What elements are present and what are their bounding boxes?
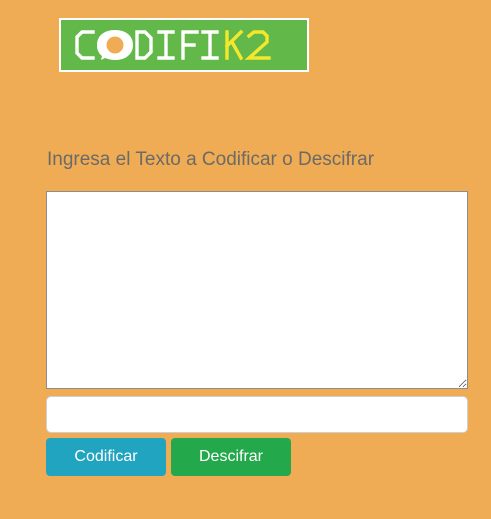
logo-letter-f (181, 30, 199, 60)
speech-bubble-icon (97, 30, 133, 60)
decode-button[interactable]: Descifrar (171, 438, 291, 476)
logo-letter-d (135, 30, 153, 60)
logo-letter-i (157, 30, 175, 60)
text-input-area[interactable] (46, 191, 468, 389)
instructions-label: Ingresa el Texto a Codificar o Descifrar (47, 149, 375, 170)
logo-letter-c (75, 30, 95, 60)
logo-letter-k (224, 29, 244, 61)
logo-letter-i-2 (201, 30, 219, 60)
codifik2-logo (59, 18, 309, 72)
logo-digit-2 (244, 30, 271, 60)
result-output-field[interactable] (46, 396, 468, 433)
encode-button[interactable]: Codificar (46, 438, 166, 476)
logo-wordmark (75, 29, 271, 61)
